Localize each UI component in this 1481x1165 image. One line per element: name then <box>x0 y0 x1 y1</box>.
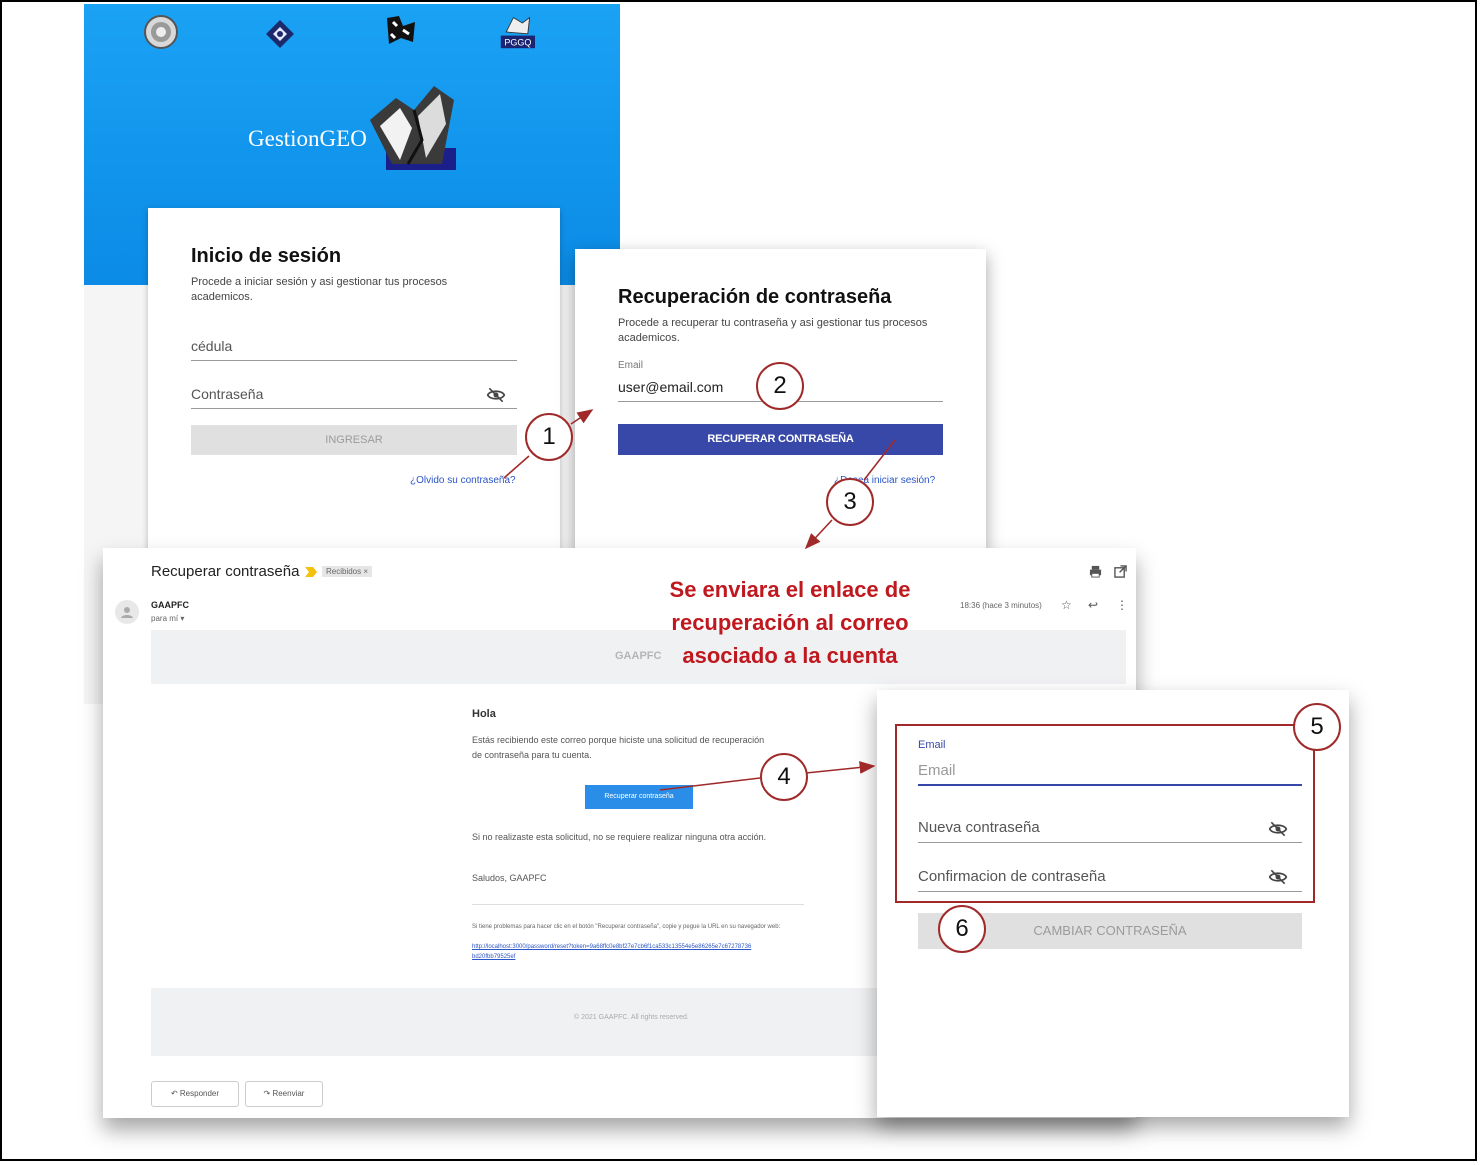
open-new-window-icon[interactable] <box>1114 565 1127 578</box>
forward-button[interactable]: ↷ Reenviar <box>245 1081 323 1107</box>
important-marker-icon <box>305 567 317 577</box>
reply-button-label: Responder <box>179 1089 220 1098</box>
login-submit-button[interactable]: INGRESAR <box>191 425 517 455</box>
email-divider <box>472 904 804 905</box>
sender-avatar-icon <box>115 600 139 624</box>
reply-icon[interactable]: ↩ <box>1088 598 1098 612</box>
inbox-badge[interactable]: Recibidos × <box>322 566 373 577</box>
new-password-input[interactable]: Nueva contraseña <box>918 819 1302 843</box>
email-time: 18:36 (hace 3 minutos) <box>960 601 1042 610</box>
school-logo-icon <box>387 16 415 44</box>
new-password-visibility-off-icon[interactable] <box>1268 819 1288 839</box>
sender-name: GAAPFC <box>151 600 189 610</box>
confirm-password-input[interactable]: Confirmacion de contraseña <box>918 868 1302 892</box>
email-recover-button[interactable]: Recuperar contraseña <box>585 785 693 809</box>
step-marker-5: 5 <box>1293 703 1341 751</box>
password-field[interactable]: Contraseña <box>191 386 517 409</box>
email-ignore-text: Si no realizaste esta solicitud, no se r… <box>472 832 767 842</box>
email-footer-text: © 2021 GAAPFC. All rights reserved. <box>574 1014 689 1021</box>
email-greeting: Hola <box>472 708 496 720</box>
print-icon[interactable] <box>1089 565 1102 578</box>
reset-email-label: Email <box>918 739 946 751</box>
login-title: Inicio de sesión <box>191 245 342 267</box>
faculty-logo-icon <box>266 20 294 48</box>
reply-arrow-icon: ↶ <box>170 1089 180 1098</box>
more-options-icon[interactable]: ⋮ <box>1116 598 1128 612</box>
email-body-text: Estás recibiendo este correo porque hici… <box>472 735 765 760</box>
recovery-email-label: Email <box>618 360 644 371</box>
svg-text:PGGQ: PGGQ <box>504 38 531 48</box>
star-icon[interactable]: ☆ <box>1061 598 1072 612</box>
brand-name: GestionGEO <box>248 126 367 151</box>
step-marker-3: 3 <box>826 478 874 526</box>
step-marker-1: 1 <box>525 413 573 461</box>
email-subject: Recuperar contraseña <box>151 563 300 580</box>
email-trouble-text: Si tiene problemas para hacer clic en el… <box>472 924 781 930</box>
login-subtitle: Procede a iniciar sesión y asi gestionar… <box>191 276 448 303</box>
recipient-label[interactable]: para mí ▾ <box>151 614 184 623</box>
confirm-password-visibility-off-icon[interactable] <box>1268 867 1288 887</box>
university-seal-icon <box>144 15 178 49</box>
recovery-subtitle: Procede a recuperar tu contraseña y asi … <box>618 317 928 344</box>
step-marker-2: 2 <box>756 362 804 410</box>
step-marker-4: 4 <box>760 753 808 801</box>
reset-url-link[interactable]: http://localhost:3000/password/reset?tok… <box>472 942 752 962</box>
annotation-note: Se enviara el enlace de recuperación al … <box>669 577 911 668</box>
pggq-logo-icon: PGGQ <box>500 16 535 49</box>
gestiongeo-logo-icon <box>370 86 456 170</box>
step-marker-6: 6 <box>938 905 986 953</box>
visibility-off-icon[interactable] <box>486 385 506 405</box>
recovery-title: Recuperación de contraseña <box>618 286 892 308</box>
forgot-password-link[interactable]: ¿Olvido su contraseña? <box>410 475 516 486</box>
recover-password-button[interactable]: RECUPERAR CONTRASEÑA <box>618 424 943 455</box>
forward-button-label: Reenviar <box>272 1089 305 1098</box>
reply-button[interactable]: ↶ Responder <box>151 1081 239 1107</box>
password-placeholder: Contraseña <box>191 386 264 402</box>
cedula-field[interactable]: cédula <box>191 338 517 361</box>
email-footer-band <box>151 988 877 1056</box>
email-signoff: Saludos, GAAPFC <box>472 873 547 883</box>
reset-email-input[interactable]: Email <box>918 762 1302 786</box>
